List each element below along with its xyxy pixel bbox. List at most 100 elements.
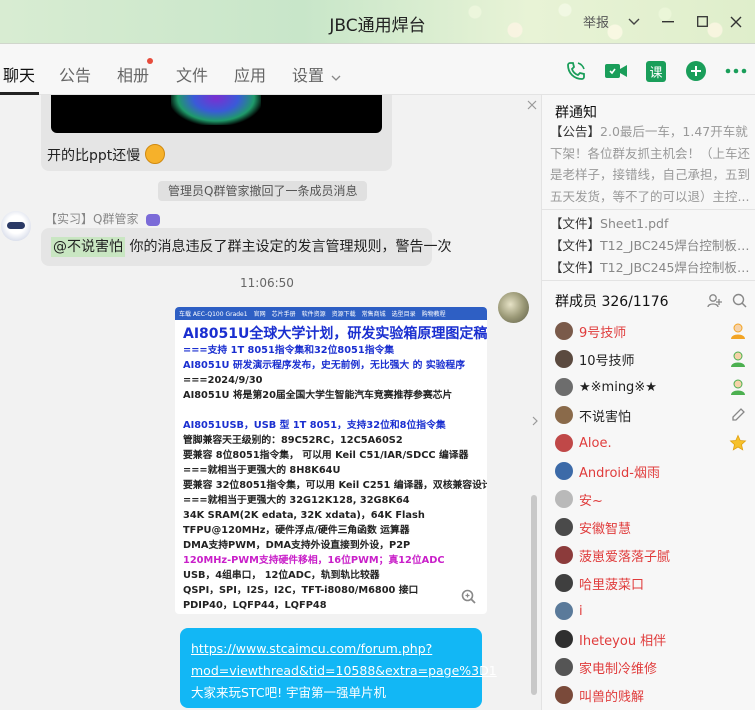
system-notice: 管理员Q群管家撤回了一条成员消息 [158, 181, 368, 201]
member-row[interactable]: 9号技师 [555, 319, 751, 343]
settings-chevron-icon[interactable] [331, 67, 341, 86]
member-name: 9号技师 [579, 325, 627, 341]
link-url-line1[interactable]: https://www.stcaimcu.com/forum.php? [191, 638, 472, 660]
group-info-panel: 群通知 【公告】2.0最后一车，1.47开车就下架！各位群友抓主机会！（上车还是… [541, 95, 755, 710]
member-name: 不说害怕 [579, 409, 632, 425]
member-row[interactable]: 安~ [555, 487, 751, 511]
file-row[interactable]: 【文件】T12_JBC245焊台控制板V... [550, 235, 754, 254]
laughing-emoji-icon [144, 144, 165, 164]
member-row[interactable]: Aloe. [555, 431, 751, 455]
member-row[interactable]: 叫兽的贱解 [555, 683, 751, 707]
close-icon[interactable] [727, 13, 745, 31]
close-icon[interactable] [527, 95, 537, 114]
member-avatar[interactable] [555, 630, 573, 648]
group-notice-content[interactable]: 【公告】2.0最后一车，1.47开车就下架！各位群友抓主机会！（上车还是老样子，… [550, 121, 750, 207]
admin-badge-icon [729, 378, 747, 396]
tab-announcement[interactable]: 公告 [59, 62, 91, 86]
poster-image[interactable]: 车载 AEC-Q100 Grade1 官网 芯片手册 软件资源 资源下载 常售商城 选型目录… [175, 307, 487, 614]
member-name: 家电制冷维修 [579, 661, 658, 677]
poster-line: 管脚兼容天王级别的：89C52RC，12C5A60S2 [183, 435, 403, 446]
link-caption: 大家来玩STC吧! 宇宙第一强单片机 [191, 685, 387, 700]
bot-message-bubble: @不说害怕 你的消息违反了群主设定的发言管理规则，警告一次 [41, 228, 451, 266]
link-url-line2[interactable]: mod=viewthread&tid=10588&extra=page%3D1 [191, 660, 497, 682]
member-name: i [579, 603, 583, 619]
member-avatar[interactable] [555, 378, 573, 396]
report-link[interactable]: 举报 [583, 12, 609, 31]
more-icon[interactable] [723, 58, 749, 84]
member-avatar[interactable] [555, 322, 573, 340]
admin-badge-icon [729, 350, 747, 368]
add-icon[interactable] [683, 58, 709, 84]
mention-tag[interactable]: @不说害怕 [51, 237, 125, 257]
minimize-icon[interactable] [659, 13, 677, 31]
poster-line: 要兼容 8位8051指令集， 可以用 Keil C51/IAR/SDCC 编译器 [183, 450, 469, 461]
tab-settings[interactable]: 设置 [292, 62, 324, 86]
group-notice-title: 群通知 [555, 105, 597, 121]
poster-line: TFPU@120MHz，硬件浮点/硬件三角函数 运算器 [183, 525, 410, 536]
member-row[interactable]: ★※ming※★ [555, 375, 751, 399]
tab-files[interactable]: 文件 [176, 62, 208, 86]
course-icon[interactable]: 课 [643, 58, 669, 84]
poster-line: 要兼容 32位8051指令集，可以用 Keil C251 编译器，双核兼容设计 [183, 480, 487, 491]
owner-badge-icon [729, 322, 747, 340]
zoom-icon[interactable] [461, 589, 477, 609]
poster-line: QSPI，SPI，I2S，I2C，TFT-i8080/M6800 接口 [183, 585, 419, 596]
member-row[interactable]: 菠崽爱落落子腻 [555, 543, 751, 567]
phone-icon[interactable] [563, 58, 589, 84]
member-name: 安徽智慧 [579, 521, 632, 537]
member-row[interactable]: 哈里菠菜口 [555, 571, 751, 595]
member-row[interactable]: 10号技师 [555, 347, 751, 371]
maximize-icon[interactable] [693, 13, 711, 31]
file-row[interactable]: 【文件】Sheet1.pdf [550, 213, 754, 232]
member-avatar[interactable] [555, 602, 573, 620]
link-message-bubble[interactable]: https://www.stcaimcu.com/forum.php? mod=… [180, 628, 497, 708]
qq-group-chat-window: JBC通用焊台 举报 聊天 公告 相册 文件 应用 设置 课 开的比ppt还慢 … [0, 0, 755, 710]
member-avatar[interactable] [555, 434, 573, 452]
poster-line: 34K SRAM(2K edata, 32K xdata)，64K Flash [183, 510, 425, 521]
member-name: 10号技师 [579, 353, 635, 369]
tab-album[interactable]: 相册 [117, 62, 149, 86]
collapse-panel-icon[interactable] [532, 411, 538, 430]
poster-line: AI8051U 将是第20届全国大学生智能汽车竞赛推荐参赛芯片 [183, 390, 453, 401]
poster-line: ===就相当于更强大的 8H8K64U [183, 465, 341, 476]
search-icon[interactable] [732, 293, 748, 313]
avatar[interactable] [1, 211, 31, 241]
member-avatar[interactable] [555, 574, 573, 592]
member-avatar[interactable] [555, 518, 573, 536]
invite-member-icon[interactable] [707, 293, 723, 313]
member-avatar[interactable] [555, 462, 573, 480]
member-avatar[interactable] [555, 490, 573, 508]
message-image[interactable] [51, 95, 382, 133]
poster-line: PDIP40，LQFP44，LQFP48 [183, 600, 327, 611]
poster-line: USB，4组串口， 12位ADC，轨到轨比较器 [183, 570, 380, 581]
chat-scrollbar[interactable] [531, 495, 537, 695]
tab-apps[interactable]: 应用 [234, 62, 266, 86]
member-avatar[interactable] [555, 658, 573, 676]
self-avatar[interactable] [498, 292, 529, 323]
member-row[interactable]: Iheteyou 相伴 [555, 627, 751, 651]
member-row[interactable]: 不说害怕 [555, 403, 751, 427]
member-count-title: 群成员 326/1176 [555, 294, 669, 310]
file-row[interactable]: 【文件】T12_JBC245焊台控制板M... [550, 257, 754, 276]
member-avatar[interactable] [555, 686, 573, 704]
edit-icon[interactable] [729, 406, 747, 424]
member-row[interactable]: Android-烟雨 [555, 459, 751, 483]
member-avatar[interactable] [555, 406, 573, 424]
member-name: 安~ [579, 493, 603, 509]
chevron-down-icon[interactable] [625, 13, 643, 31]
member-row[interactable]: 家电制冷维修 [555, 655, 751, 679]
member-row[interactable]: 安徽智慧 [555, 515, 751, 539]
album-badge-dot [147, 58, 153, 64]
star-badge-icon [729, 434, 747, 452]
member-row[interactable]: i [555, 599, 751, 623]
sender-label: 【实习】Q群管家 [45, 210, 161, 227]
member-avatar[interactable] [555, 546, 573, 564]
chat-message-area[interactable]: 开的比ppt还慢 管理员Q群管家撤回了一条成员消息 【实习】Q群管家 @不说害怕… [0, 95, 541, 710]
member-avatar[interactable] [555, 350, 573, 368]
message-text: 开的比ppt还慢 [47, 144, 165, 166]
poster-line: ===支持 1T 8051指令集和32位8051指令集 [183, 345, 395, 356]
video-icon[interactable] [603, 58, 629, 84]
member-name: Aloe. [579, 435, 612, 451]
header-actions: 课 [563, 58, 749, 84]
tab-chat[interactable]: 聊天 [3, 62, 35, 86]
